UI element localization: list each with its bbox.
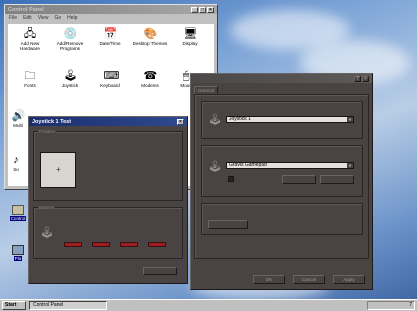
dialog-title: Joystick 1 Test — [32, 118, 72, 125]
folder-icon — [12, 205, 24, 215]
window-title: Control Panel — [8, 6, 44, 13]
tab-general[interactable]: General — [194, 86, 219, 94]
position-group: Position + — [33, 129, 183, 201]
position-group-label: Position — [38, 129, 57, 134]
taskbar: Start Control Panel 7 — [0, 299, 417, 311]
chevron-down-icon: ▼ — [347, 163, 353, 168]
joystick-select[interactable]: Joystick 1 ▼ — [226, 116, 354, 123]
menu-view[interactable]: View — [38, 15, 49, 21]
system-tray: 7 — [367, 301, 415, 310]
close-button[interactable]: × — [207, 6, 214, 13]
cp-item-label: Fonts — [24, 83, 36, 88]
cp-item-add-new-hardware[interactable]: 🖧 Add New Hardware — [12, 28, 48, 51]
cp-item-keyboard[interactable]: ⌨ Keyboard — [92, 70, 128, 88]
cp-item-joystick[interactable]: 🕹 Joystick — [52, 70, 88, 88]
joystick-select-value: Joystick 1 — [229, 116, 251, 122]
joystick-icon: 🕹 — [40, 227, 54, 239]
game-controllers-dialog: ? × General 🕹 Joystick 1 ▼ 🕹 Gravis Game… — [190, 73, 373, 290]
cp-item-add-remove-programs[interactable]: 💿 Add/Remove Programs — [52, 28, 88, 51]
apply-button[interactable]: Apply — [333, 275, 365, 284]
close-button[interactable]: × — [362, 75, 369, 82]
cp-item-display[interactable]: 🖥 Display — [172, 28, 208, 46]
menu-go[interactable]: Go — [54, 15, 61, 21]
cp-item-label: Keyboard — [100, 83, 120, 88]
control-panel-titlebar[interactable]: Control Panel _ □ × — [5, 5, 217, 14]
cp-item-label: Modems — [141, 83, 159, 88]
position-marker: + — [56, 165, 61, 174]
sounds-icon: ♪ — [13, 154, 19, 166]
cp-item-label: Date/Time — [99, 41, 121, 46]
fonts-icon: 🗀 — [24, 70, 36, 82]
driver-group — [201, 203, 363, 235]
driver-button[interactable] — [208, 220, 248, 229]
desktop-icon-label: Pla — [13, 256, 23, 261]
position-display: + — [40, 152, 76, 188]
multimedia-icon: 🔊 — [11, 110, 26, 122]
help-button[interactable]: ? — [354, 75, 361, 82]
cp-item-label: So — [13, 167, 19, 172]
calibrate-button[interactable] — [282, 175, 316, 184]
add-remove-programs-icon: 💿 — [63, 28, 78, 40]
cp-item-label: Display — [182, 41, 198, 46]
date-time-icon: 📅 — [103, 28, 118, 40]
desktop-themes-icon: 🎨 — [143, 28, 158, 40]
buttons-group-label: Buttons — [38, 205, 56, 210]
ok-button[interactable]: OK — [253, 275, 285, 284]
menu-edit[interactable]: Edit — [23, 15, 32, 21]
desktop-icon-label: Control — [9, 216, 27, 221]
joystick-icon: 🕹 — [208, 114, 222, 126]
close-button[interactable]: × — [177, 118, 184, 125]
current-joystick-group: 🕹 Joystick 1 ▼ — [201, 101, 363, 139]
minimize-button[interactable]: _ — [191, 6, 198, 13]
joystick-selection-group: 🕹 Gravis Gamepad ▼ — [201, 145, 363, 197]
test-button[interactable] — [320, 175, 354, 184]
cp-item-label: Add/Remove Programs — [56, 41, 84, 51]
button-indicator-1 — [64, 242, 82, 247]
menu-help[interactable]: Help — [67, 15, 77, 21]
test-ok-button[interactable] — [143, 267, 177, 275]
cp-item-label: Desktop Themes — [132, 41, 168, 46]
cp-item-date-time[interactable]: 📅 Date/Time — [92, 28, 128, 46]
rudder-checkbox[interactable] — [228, 176, 234, 182]
buttons-group: Buttons 🕹 — [33, 205, 183, 259]
dialog-titlebar[interactable]: ? × — [191, 74, 372, 83]
display-icon: 🖥 — [183, 28, 198, 40]
cp-item-label: Add New Hardware — [20, 41, 40, 51]
dialog-titlebar[interactable]: Joystick 1 Test × — [29, 117, 187, 126]
gamepad-icon: 🕹 — [208, 161, 222, 173]
controller-select[interactable]: Gravis Gamepad ▼ — [226, 162, 354, 169]
cancel-button[interactable]: Cancel — [293, 275, 325, 284]
add-hardware-icon: 🖧 — [23, 28, 37, 40]
joystick-icon: 🕹 — [63, 70, 78, 82]
cp-item-fonts[interactable]: 🗀 Fonts — [12, 70, 48, 88]
chevron-down-icon: ▼ — [347, 117, 353, 122]
controller-select-value: Gravis Gamepad — [229, 162, 267, 168]
joystick-test-dialog: Joystick 1 Test × Position + Buttons 🕹 — [28, 116, 188, 284]
desktop: Control Pla Control Panel _ □ × File Edi… — [0, 0, 417, 299]
cp-item-modems[interactable]: ☎ Modems — [132, 70, 168, 88]
button-indicator-4 — [148, 242, 166, 247]
button-indicator-3 — [120, 242, 138, 247]
tray-clock: 7 — [409, 302, 412, 308]
menu-bar: File Edit View Go Help — [5, 14, 217, 22]
button-indicator-2 — [92, 242, 110, 247]
start-button[interactable]: Start — [2, 301, 26, 310]
menu-file[interactable]: File — [9, 15, 17, 21]
keyboard-icon: ⌨ — [103, 70, 120, 82]
taskbar-item-control-panel[interactable]: Control Panel — [29, 301, 107, 310]
computer-icon — [12, 245, 24, 255]
maximize-button[interactable]: □ — [199, 6, 206, 13]
cp-item-desktop-themes[interactable]: 🎨 Desktop Themes — [132, 28, 168, 46]
cp-item-label: Multi — [13, 123, 23, 128]
modems-icon: ☎ — [143, 70, 158, 82]
cp-item-label: Joystick — [61, 83, 79, 88]
general-tab-panel: 🕹 Joystick 1 ▼ 🕹 Gravis Gamepad ▼ — [194, 94, 369, 259]
